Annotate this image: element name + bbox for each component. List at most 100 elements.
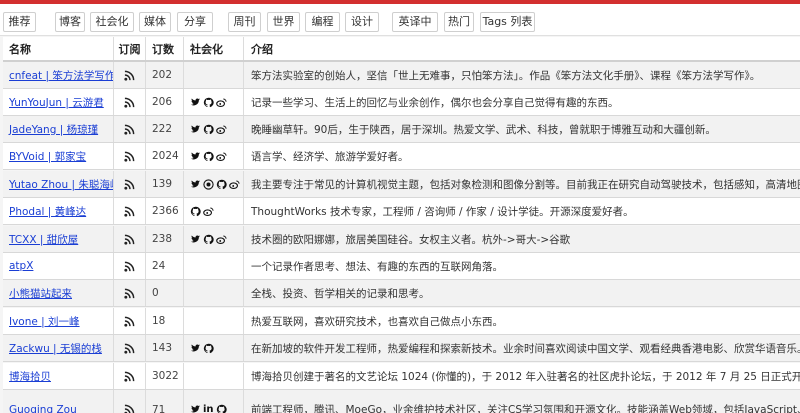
- nav-button[interactable]: 社会化: [90, 12, 134, 32]
- intro-text: 晚睡幽草轩。90后，生于陕西，居于深圳。热爱文学、武术、科技，曾就职于博雅互动和…: [251, 123, 716, 136]
- header-rss[interactable]: 订阅: [114, 37, 146, 60]
- weibo-icon[interactable]: [216, 97, 227, 108]
- blog-name-cell: BYVoid | 郭家宝: [3, 143, 114, 169]
- weibo-icon[interactable]: [216, 151, 227, 162]
- blog-name-link[interactable]: Phodal | 黄峰达: [9, 204, 86, 219]
- rss-icon[interactable]: [124, 151, 135, 162]
- target-icon[interactable]: [203, 178, 214, 190]
- nav-button[interactable]: 英译中: [392, 12, 438, 32]
- github-icon[interactable]: [216, 404, 227, 413]
- subscriber-count-value: 139: [152, 178, 173, 190]
- twitter-icon[interactable]: [190, 404, 201, 413]
- blog-name-cell: cnfeat | 笨方法学写作: [3, 62, 114, 88]
- rss-icon[interactable]: [124, 206, 135, 217]
- weibo-icon[interactable]: [216, 234, 227, 245]
- github-icon[interactable]: [203, 124, 214, 135]
- weibo-icon[interactable]: [229, 179, 240, 190]
- subscriber-count: 206: [146, 89, 184, 115]
- blog-name-link[interactable]: TCXX | 甜欣屋: [9, 232, 78, 247]
- linkedin-icon[interactable]: in: [203, 404, 214, 413]
- twitter-icon[interactable]: [190, 343, 201, 354]
- intro-text: 全栈、投资、哲学相关的记录和思考。: [251, 287, 430, 300]
- weibo-icon[interactable]: [203, 206, 214, 217]
- rss-cell: [114, 308, 146, 334]
- twitter-icon[interactable]: [190, 124, 201, 135]
- github-icon[interactable]: [203, 151, 214, 162]
- table-row: TCXX | 甜欣屋 238 技术圈的欧阳娜娜，旅居美国硅谷。女权主义者。杭外->哥…: [3, 226, 800, 253]
- blog-name-link[interactable]: cnfeat | 笨方法学写作: [9, 68, 113, 83]
- nav-button[interactable]: Tags 列表: [480, 12, 535, 32]
- blog-name-link[interactable]: BYVoid | 郭家宝: [9, 149, 86, 164]
- intro-text: 前端工程师，腾讯、MoeGo，业余维护技术社区，关注CS学习氛围和开源文化。技能…: [251, 404, 800, 413]
- subscriber-count-value: 18: [152, 315, 166, 327]
- rss-icon[interactable]: [124, 261, 135, 272]
- rss-cell: [114, 143, 146, 169]
- subscriber-count: 0: [146, 280, 184, 306]
- github-icon[interactable]: [203, 234, 214, 245]
- nav-button[interactable]: 博客: [55, 12, 85, 32]
- intro-cell: 语言学、经济学、旅游学爱好者。: [244, 143, 800, 169]
- nav-button[interactable]: 编程: [305, 12, 340, 32]
- header-subscriber-count[interactable]: 订数: [146, 37, 184, 60]
- twitter-icon[interactable]: [190, 234, 201, 245]
- rss-icon[interactable]: [124, 70, 135, 81]
- nav-button[interactable]: 周刊: [228, 12, 261, 32]
- rss-icon[interactable]: [124, 371, 135, 382]
- blog-name-link[interactable]: atpX: [9, 260, 33, 272]
- rss-cell: [114, 335, 146, 361]
- github-icon[interactable]: [190, 206, 201, 217]
- rss-icon[interactable]: [124, 404, 135, 413]
- github-icon[interactable]: [203, 97, 214, 108]
- header-intro: 介绍: [251, 42, 273, 56]
- rss-icon[interactable]: [124, 124, 135, 135]
- nav-button[interactable]: 设计: [345, 12, 379, 32]
- blog-name-cell: Ivone | 刘一峰: [3, 308, 114, 334]
- twitter-icon[interactable]: [190, 97, 201, 108]
- nav-button[interactable]: 媒体: [139, 12, 171, 32]
- twitter-icon[interactable]: [190, 151, 201, 162]
- intro-text: 笨方法实验室的创始人，坚信「世上无难事，只怕笨方法」。作品《笨方法文化手册》、课…: [251, 69, 761, 82]
- nav-button[interactable]: 分享: [177, 12, 213, 32]
- rss-icon[interactable]: [124, 97, 135, 108]
- intro-text: 在新加坡的软件开发工程师，热爱编程和探索新技术。业余时间喜欢阅读中国文学、观看经…: [251, 342, 800, 355]
- table-row: BYVoid | 郭家宝 2024 语言学、经济学、旅游学爱好者。: [3, 143, 800, 170]
- subscriber-count-value: 2366: [152, 205, 179, 217]
- blog-name-link[interactable]: 博海拾贝: [9, 369, 51, 384]
- blog-name-link[interactable]: Zackwu | 无锡的栈: [9, 341, 102, 356]
- weibo-icon[interactable]: [216, 124, 227, 135]
- rss-icon[interactable]: [124, 234, 135, 245]
- subscriber-count: 24: [146, 253, 184, 279]
- intro-cell: 博海拾贝创建于著名的文艺论坛 1024 (你懂的)，于 2012 年入驻著名的社…: [244, 363, 800, 389]
- subscriber-count-value: 71: [152, 403, 166, 413]
- category-nav: 推荐 博客 社会化 媒体 分享 周刊 世界 编程 设计 英译中 热门 Tags 列表: [0, 4, 800, 36]
- rss-cell: [114, 280, 146, 306]
- subscriber-count-value: 143: [152, 342, 173, 354]
- blog-name-link[interactable]: Ivone | 刘一峰: [9, 314, 80, 329]
- header-name[interactable]: 名称: [3, 37, 114, 60]
- blog-name-link[interactable]: JadeYang | 杨琼瑾: [9, 122, 98, 137]
- nav-button[interactable]: 推荐: [3, 12, 36, 32]
- intro-cell: 一个记录作者思考、想法、有趣的东西的互联网角落。: [244, 253, 800, 279]
- rss-icon[interactable]: [124, 343, 135, 354]
- github-icon[interactable]: [216, 179, 227, 190]
- header-social: 社会化: [184, 37, 244, 60]
- rss-icon[interactable]: [124, 179, 135, 190]
- subscriber-count: 143: [146, 335, 184, 361]
- blog-name-link[interactable]: 小熊猫站起来: [9, 286, 72, 301]
- rss-icon[interactable]: [124, 288, 135, 299]
- blog-name-link[interactable]: Guoqing Zou: [9, 404, 77, 413]
- nav-button[interactable]: 世界: [267, 12, 300, 32]
- twitter-icon[interactable]: [190, 179, 201, 190]
- social-cell: [184, 308, 244, 334]
- github-icon[interactable]: [203, 343, 214, 354]
- blog-name-link[interactable]: YunYouJun | 云游君: [9, 95, 104, 110]
- social-cell: [184, 89, 244, 115]
- social-cell: [184, 171, 244, 197]
- rss-icon[interactable]: [124, 316, 135, 327]
- nav-button[interactable]: 热门: [444, 12, 474, 32]
- rss-cell: [114, 226, 146, 252]
- blog-name-cell: 博海拾贝: [3, 363, 114, 389]
- intro-cell: 我主要专注于常见的计算机视觉主题，包括对象检测和图像分割等。目前我正在研究自动驾…: [244, 171, 800, 197]
- table-row: YunYouJun | 云游君 206 记录一些学习、生活上的回忆与业余创作，偶尔也…: [3, 89, 800, 116]
- blog-name-link[interactable]: Yutao Zhou | 朱聪海峡: [9, 177, 113, 192]
